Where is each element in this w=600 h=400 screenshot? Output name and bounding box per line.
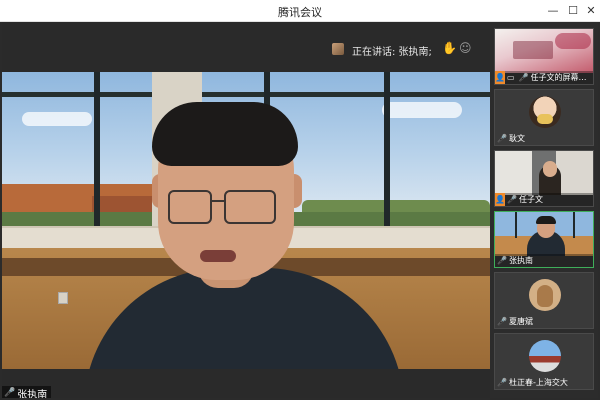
reaction-icon[interactable]: ✋☺: [442, 41, 473, 55]
participant-name: 杜正春-上海交大: [508, 378, 568, 387]
participant-tile[interactable]: 👤 🎤 任子文: [494, 150, 594, 207]
camera-thumbnail: [495, 151, 593, 195]
participant-sidebar: 👤 ▭ 🎤 任子文的屏幕共享 🎤 耿文 👤 🎤 任子文 🎤 张执南 🎤 夏唐斌 …: [490, 22, 598, 398]
speaker-avatar-icon: [332, 43, 344, 55]
mic-active-icon: 🎤: [497, 256, 507, 265]
minimize-button[interactable]: —: [544, 2, 562, 20]
mic-icon: 🎤: [518, 73, 529, 82]
speaker-name-tag: 🎤 张执南: [2, 386, 52, 399]
speaker-status-bar: 正在讲话: 张执南; ✋☺: [2, 22, 490, 72]
mic-icon: 🎤: [497, 378, 507, 387]
avatar: [529, 96, 561, 128]
meeting-window: 腾讯会议 — ☐ ✕ 正在讲话: 张执南; ✋☺ 🎤 张执南 👤 ▭ 🎤 任子文…: [0, 0, 600, 400]
camera-thumbnail: [495, 212, 593, 256]
screen-share-thumbnail: [495, 29, 593, 73]
speaking-indicator: 正在讲话: 张执南;: [352, 47, 432, 58]
main-video-panel[interactable]: 正在讲话: 张执南; ✋☺ 🎤 张执南: [2, 22, 490, 398]
host-icon: 👤: [495, 193, 505, 206]
participant-tile-active[interactable]: 🎤 张执南: [494, 211, 594, 268]
participant-name: 任子文: [518, 195, 543, 204]
title-bar: 腾讯会议 — ☐ ✕: [0, 0, 600, 22]
avatar: [529, 279, 561, 311]
mic-icon: 🎤: [497, 317, 507, 326]
close-button[interactable]: ✕: [582, 2, 600, 20]
mic-icon: 🎤: [497, 134, 507, 143]
maximize-button[interactable]: ☐: [564, 2, 582, 20]
speaker-video: [2, 72, 490, 369]
window-title: 腾讯会议: [278, 6, 322, 19]
mic-icon: 🎤: [4, 388, 16, 398]
glasses: [168, 190, 212, 224]
participant-name: 耿文: [508, 134, 525, 143]
participant-tile[interactable]: 🎤 夏唐斌: [494, 272, 594, 329]
host-icon: 👤: [495, 71, 505, 84]
participant-name: 夏唐斌: [508, 317, 533, 326]
avatar: [529, 340, 561, 372]
participant-name: 张执南: [508, 256, 533, 265]
participant-name: 任子文的屏幕共享: [530, 73, 592, 82]
screen-share-icon: ▭: [506, 73, 515, 82]
mic-icon: 🎤: [507, 195, 517, 204]
participant-tile[interactable]: 🎤 杜正春-上海交大: [494, 333, 594, 390]
participant-tile[interactable]: 👤 ▭ 🎤 任子文的屏幕共享: [494, 28, 594, 85]
speaker-name: 张执南: [17, 389, 48, 399]
participant-tile[interactable]: 🎤 耿文: [494, 89, 594, 146]
